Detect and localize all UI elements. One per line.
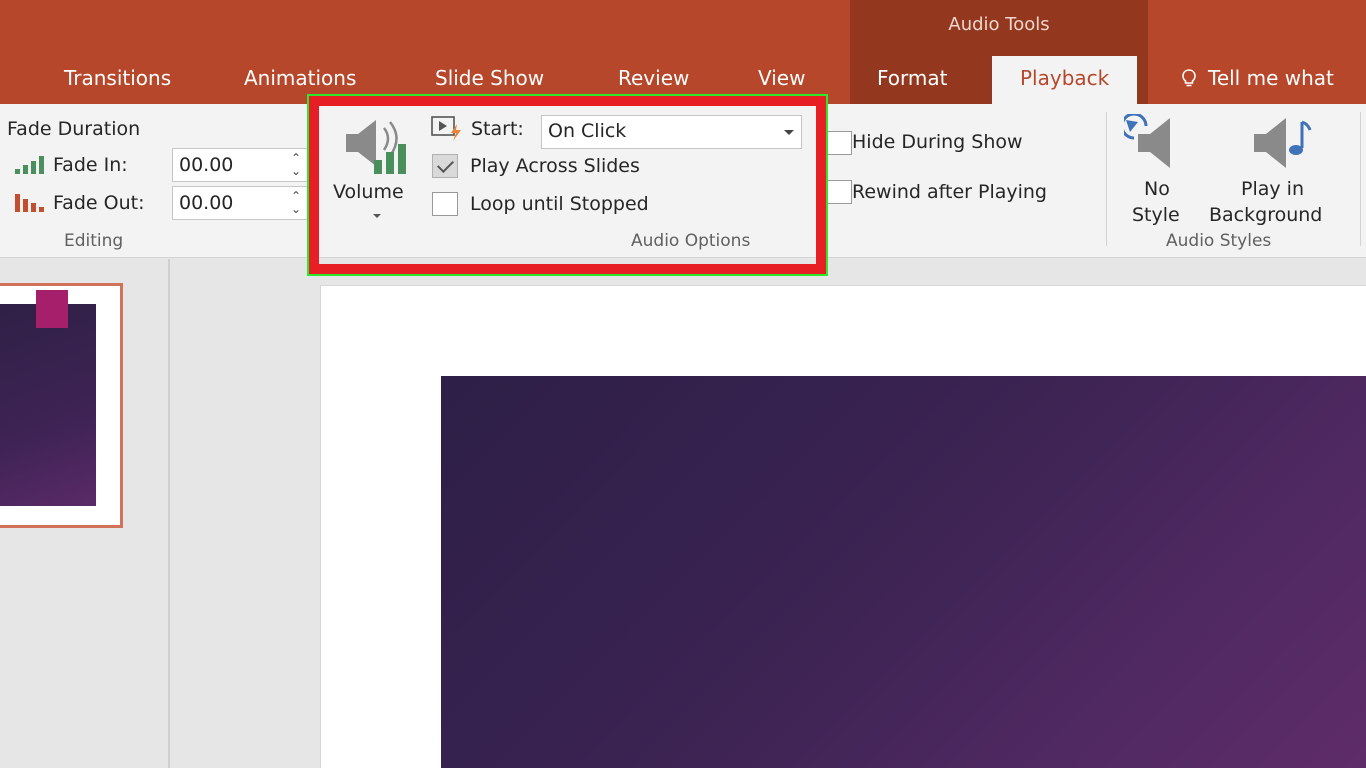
spinner-arrows-icon[interactable]: ⌃ ⌄	[291, 190, 301, 216]
tab-view[interactable]: View	[758, 66, 805, 90]
fade-out-icon	[15, 194, 44, 212]
fade-in-spinner[interactable]: 00.00 ⌃ ⌄	[172, 148, 308, 182]
thumbnail-background	[0, 304, 96, 506]
spinner-arrows-icon[interactable]: ⌃ ⌄	[291, 152, 301, 178]
play-in-background-label-line2: Background	[1209, 204, 1323, 226]
audio-options-highlight-box	[307, 94, 828, 276]
group-separator	[1106, 112, 1107, 246]
tab-animations[interactable]: Animations	[244, 66, 356, 90]
fade-out-label: Fade Out:	[53, 192, 145, 214]
hide-during-show-checkbox[interactable]	[826, 131, 852, 155]
no-style-label-line2: Style	[1132, 204, 1180, 226]
powerpoint-window: Audio Tools Transitions Animations Slide…	[0, 0, 1366, 768]
no-style-speaker-icon	[1124, 114, 1170, 168]
rewind-after-playing-label: Rewind after Playing	[852, 181, 1047, 203]
editing-group-label: Editing	[64, 231, 124, 251]
hide-during-show-label: Hide During Show	[852, 131, 1023, 153]
slide-background-shape[interactable]	[441, 376, 1366, 768]
audio-styles-group-label: Audio Styles	[1166, 231, 1272, 251]
thumbnail-audio-marker	[36, 290, 68, 328]
lightbulb-icon	[1182, 69, 1196, 87]
tab-format[interactable]: Format	[877, 66, 947, 90]
fade-in-label: Fade In:	[53, 154, 128, 176]
rewind-after-playing-checkbox[interactable]	[826, 180, 852, 204]
tab-playback[interactable]: Playback	[992, 56, 1138, 104]
play-in-background-label-line1: Play in	[1241, 178, 1304, 200]
tab-review[interactable]: Review	[618, 66, 689, 90]
fade-out-value: 00.00	[179, 192, 234, 214]
no-style-label-line1: No	[1144, 178, 1170, 200]
audio-tools-title: Audio Tools	[948, 14, 1050, 35]
play-in-background-speaker-icon	[1254, 118, 1312, 168]
no-style-button[interactable]: No Style	[1118, 110, 1202, 226]
fade-out-spinner[interactable]: 00.00 ⌃ ⌄	[172, 186, 308, 220]
tell-me-search[interactable]: Tell me what	[1180, 66, 1334, 90]
play-in-background-button[interactable]: Play in Background	[1206, 110, 1352, 226]
group-separator	[1360, 112, 1361, 246]
fade-in-value: 00.00	[179, 154, 234, 176]
tab-slide-show[interactable]: Slide Show	[435, 66, 544, 90]
tell-me-label: Tell me what	[1208, 66, 1334, 90]
tab-transitions[interactable]: Transitions	[64, 66, 171, 90]
fade-duration-label: Fade Duration	[7, 118, 141, 140]
fade-in-icon	[15, 156, 44, 174]
